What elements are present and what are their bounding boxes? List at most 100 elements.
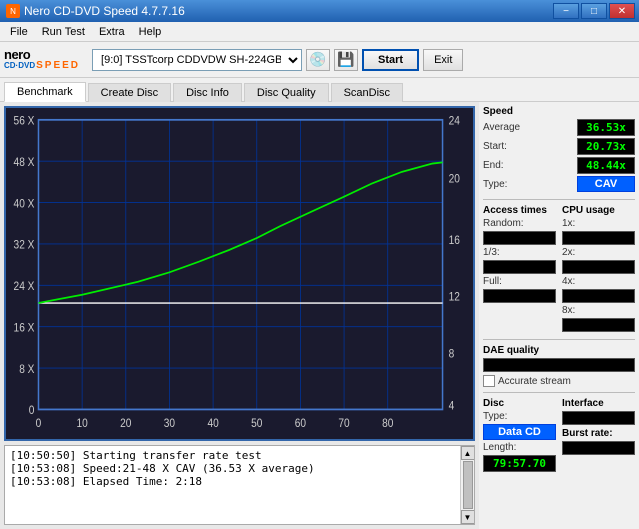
cpu-4x-label: 4x:	[562, 276, 575, 287]
dae-section: DAE quality Accurate stream	[483, 345, 635, 387]
access-times-label: Access times	[483, 205, 556, 216]
disc-interface-section: Disc Type: Data CD Length: 79:57.70 Inte…	[483, 398, 635, 472]
log-area: [10:50:50] Starting transfer rate test […	[4, 445, 475, 525]
speed-section: Speed Average 36.53x Start: 20.73x End: …	[483, 106, 635, 194]
svg-text:50: 50	[251, 418, 262, 431]
disc-label: Disc	[483, 398, 556, 409]
toolbar: nero CD·DVD SPEED [9:0] TSSTcorp CDDVDW …	[0, 42, 639, 78]
access-random-row: Random:	[483, 218, 556, 229]
toolbar-save-icon[interactable]: 💾	[334, 49, 358, 71]
logo-nero: nero	[4, 48, 30, 61]
cpu-2x-bar	[562, 260, 635, 274]
speed-end-row: End: 48.44x	[483, 157, 635, 174]
svg-text:70: 70	[338, 418, 349, 431]
disc-type-value: Data CD	[483, 424, 556, 440]
svg-text:20: 20	[449, 173, 460, 186]
menu-help[interactable]: Help	[133, 25, 168, 39]
cpu-8x-row: 8x:	[562, 305, 635, 316]
two-col-section: Access times Random: 1/3: Full: CPU usag…	[483, 205, 635, 334]
svg-text:20: 20	[120, 418, 131, 431]
tab-benchmark[interactable]: Benchmark	[4, 82, 86, 102]
speed-average-value: 36.53x	[577, 119, 635, 136]
burst-rate-label: Burst rate:	[562, 428, 635, 439]
log-scrollbar: ▲ ▼	[460, 446, 474, 524]
right-panel: Speed Average 36.53x Start: 20.73x End: …	[479, 102, 639, 529]
chart-svg: 56 X 48 X 40 X 32 X 24 X 16 X 8 X 0 24 2…	[6, 108, 473, 439]
dae-label: DAE quality	[483, 345, 635, 356]
tab-create-disc[interactable]: Create Disc	[88, 83, 171, 102]
speed-average-row: Average 36.53x	[483, 119, 635, 136]
tab-scan-disc[interactable]: ScanDisc	[331, 83, 403, 102]
disc-length-row: Length:	[483, 442, 556, 453]
close-button[interactable]: ✕	[609, 3, 635, 19]
interface-label: Interface	[562, 398, 635, 409]
minimize-button[interactable]: −	[553, 3, 579, 19]
log-content[interactable]: [10:50:50] Starting transfer rate test […	[5, 446, 460, 524]
svg-text:56 X: 56 X	[14, 115, 35, 128]
scroll-down-button[interactable]: ▼	[461, 510, 475, 524]
start-button[interactable]: Start	[362, 49, 419, 71]
tab-disc-quality[interactable]: Disc Quality	[244, 83, 329, 102]
speed-type-value: CAV	[577, 176, 635, 192]
toolbar-disc-icon[interactable]: 💿	[306, 49, 330, 71]
speed-end-label: End:	[483, 160, 504, 171]
svg-text:60: 60	[295, 418, 306, 431]
title-bar-text: Nero CD-DVD Speed 4.7.7.16	[24, 4, 185, 18]
drive-select[interactable]: [9:0] TSSTcorp CDDVDW SH-224GB SB00	[92, 49, 302, 71]
cpu-usage-label: CPU usage	[562, 205, 635, 216]
access-random-label: Random:	[483, 218, 524, 229]
access-full-row: Full:	[483, 276, 556, 287]
disc-type-row: Type:	[483, 411, 556, 422]
tab-disc-info[interactable]: Disc Info	[173, 83, 242, 102]
svg-text:32 X: 32 X	[14, 239, 35, 252]
speed-type-label: Type:	[483, 179, 507, 190]
exit-button[interactable]: Exit	[423, 49, 463, 71]
svg-text:0: 0	[36, 418, 42, 431]
main-content: 56 X 48 X 40 X 32 X 24 X 16 X 8 X 0 24 2…	[0, 102, 639, 529]
speed-type-row: Type: CAV	[483, 176, 635, 192]
cpu-2x-row: 2x:	[562, 247, 635, 258]
logo-cddvd: CD·DVD	[4, 62, 35, 70]
tabs-bar: Benchmark Create Disc Disc Info Disc Qua…	[0, 78, 639, 102]
accurate-stream-checkbox[interactable]	[483, 375, 495, 387]
speed-start-value: 20.73x	[577, 138, 635, 155]
accurate-stream-label: Accurate stream	[498, 376, 571, 387]
svg-text:0: 0	[29, 405, 35, 418]
speed-average-label: Average	[483, 122, 520, 133]
disc-length-value: 79:57.70	[483, 455, 556, 472]
log-line-3: [10:53:08] Elapsed Time: 2:18	[10, 475, 455, 488]
cpu-usage-section: CPU usage 1x: 2x: 4x: 8x:	[562, 205, 635, 334]
burst-rate-bar	[562, 441, 635, 455]
menu-extra[interactable]: Extra	[93, 25, 131, 39]
disc-type-label: Type:	[483, 411, 507, 422]
accurate-stream-row: Accurate stream	[483, 375, 635, 387]
cpu-1x-row: 1x:	[562, 218, 635, 229]
chart-area: 56 X 48 X 40 X 32 X 24 X 16 X 8 X 0 24 2…	[0, 102, 479, 529]
cpu-8x-bar	[562, 318, 635, 332]
disc-length-label: Length:	[483, 442, 516, 453]
access-full-bar	[483, 289, 556, 303]
svg-text:10: 10	[76, 418, 87, 431]
svg-text:16 X: 16 X	[14, 322, 35, 335]
speed-start-label: Start:	[483, 141, 507, 152]
logo: nero CD·DVD SPEED	[4, 48, 80, 71]
log-line-1: [10:50:50] Starting transfer rate test	[10, 449, 455, 462]
cpu-4x-row: 4x:	[562, 276, 635, 287]
scroll-up-button[interactable]: ▲	[461, 446, 475, 460]
divider-3	[483, 392, 635, 393]
log-line-2: [10:53:08] Speed:21-48 X CAV (36.53 X av…	[10, 462, 455, 475]
svg-text:16: 16	[449, 234, 460, 247]
speed-end-value: 48.44x	[577, 157, 635, 174]
svg-text:40: 40	[207, 418, 218, 431]
app-icon: N	[6, 4, 20, 18]
cpu-4x-bar	[562, 289, 635, 303]
menu-run-test[interactable]: Run Test	[36, 25, 91, 39]
chart-container: 56 X 48 X 40 X 32 X 24 X 16 X 8 X 0 24 2…	[4, 106, 475, 441]
access-onethird-row: 1/3:	[483, 247, 556, 258]
access-random-bar	[483, 231, 556, 245]
menu-file[interactable]: File	[4, 25, 34, 39]
svg-text:30: 30	[164, 418, 175, 431]
speed-label: Speed	[483, 106, 635, 117]
scroll-thumb[interactable]	[463, 461, 473, 509]
maximize-button[interactable]: □	[581, 3, 607, 19]
